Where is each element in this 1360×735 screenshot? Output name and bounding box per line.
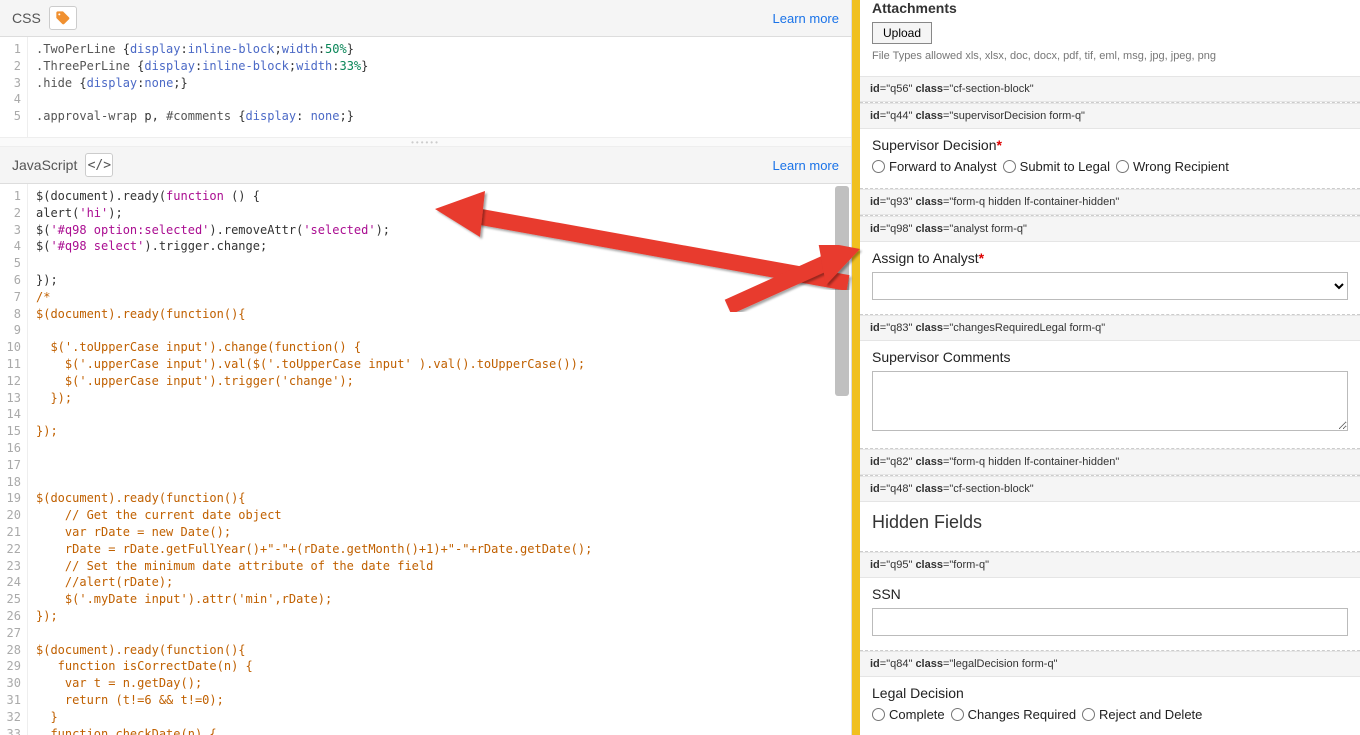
js-scrollbar[interactable] bbox=[835, 186, 849, 733]
css-title: CSS bbox=[12, 10, 41, 26]
js-code-content[interactable]: $(document).ready(function () {alert('hi… bbox=[28, 184, 851, 735]
radio-option[interactable]: Forward to Analyst bbox=[872, 159, 997, 174]
field-label: Supervisor Comments bbox=[872, 349, 1348, 365]
field-label: Legal Decision bbox=[872, 685, 1348, 701]
radio-input[interactable] bbox=[1082, 708, 1095, 721]
radio-input[interactable] bbox=[951, 708, 964, 721]
section-heading: Hidden Fields bbox=[872, 510, 1348, 537]
js-scroll-thumb[interactable] bbox=[835, 186, 849, 396]
input-q95[interactable] bbox=[872, 608, 1348, 636]
left-panel: CSS Learn more 12345 .TwoPerLine {displa… bbox=[0, 0, 852, 735]
form-preview-panel: Attachments Upload File Types allowed xl… bbox=[852, 0, 1360, 735]
radio-input[interactable] bbox=[872, 160, 885, 173]
js-gutter: 1234567891011121314151617181920212223242… bbox=[0, 184, 28, 735]
meta-q84: id="q84" class="legalDecision form-q" bbox=[860, 651, 1360, 677]
radio-input[interactable] bbox=[1003, 160, 1016, 173]
radio-option[interactable]: Submit to Legal bbox=[1003, 159, 1110, 174]
radio-option[interactable]: Wrong Recipient bbox=[1116, 159, 1229, 174]
meta-q93: id="q93" class="form-q hidden lf-contain… bbox=[860, 189, 1360, 215]
radio-option[interactable]: Complete bbox=[872, 707, 945, 722]
meta-q82: id="q82" class="form-q hidden lf-contain… bbox=[860, 449, 1360, 475]
js-code-area[interactable]: 1234567891011121314151617181920212223242… bbox=[0, 184, 851, 735]
js-section-header: JavaScript </> Learn more bbox=[0, 147, 851, 184]
meta-q83: id="q83" class="changesRequiredLegal for… bbox=[860, 315, 1360, 341]
upload-hint: File Types allowed xls, xlsx, doc, docx,… bbox=[872, 50, 1348, 62]
code-icon[interactable]: </> bbox=[85, 153, 113, 177]
radio-input[interactable] bbox=[1116, 160, 1129, 173]
field-label: SSN bbox=[872, 586, 1348, 602]
css-code-area[interactable]: 12345 .TwoPerLine {display:inline-block;… bbox=[0, 37, 851, 137]
radio-option[interactable]: Changes Required bbox=[951, 707, 1076, 722]
textarea-q83[interactable] bbox=[872, 371, 1348, 431]
meta-q48: id="q48" class="cf-section-block" bbox=[860, 476, 1360, 502]
field-label: Assign to Analyst* bbox=[872, 250, 1348, 266]
select-q98[interactable] bbox=[872, 272, 1348, 300]
meta-q56: id="q56" class="cf-section-block" bbox=[860, 76, 1360, 102]
radio-option[interactable]: Reject and Delete bbox=[1082, 707, 1202, 722]
css-learn-more-link[interactable]: Learn more bbox=[773, 11, 839, 26]
js-title: JavaScript bbox=[12, 157, 77, 173]
css-section-header: CSS Learn more bbox=[0, 0, 851, 37]
meta-q44: id="q44" class="supervisorDecision form-… bbox=[860, 103, 1360, 129]
radio-input[interactable] bbox=[872, 708, 885, 721]
panel-divider[interactable]: •••••• bbox=[0, 137, 851, 147]
meta-q95: id="q95" class="form-q" bbox=[860, 552, 1360, 578]
field-label: Supervisor Decision* bbox=[872, 137, 1348, 153]
css-code-content[interactable]: .TwoPerLine {display:inline-block;width:… bbox=[28, 37, 851, 137]
meta-q98: id="q98" class="analyst form-q" bbox=[860, 216, 1360, 242]
tag-icon[interactable] bbox=[49, 6, 77, 30]
js-learn-more-link[interactable]: Learn more bbox=[773, 158, 839, 173]
attachments-title: Attachments bbox=[872, 0, 1348, 16]
css-gutter: 12345 bbox=[0, 37, 28, 137]
upload-button[interactable]: Upload bbox=[872, 22, 932, 44]
